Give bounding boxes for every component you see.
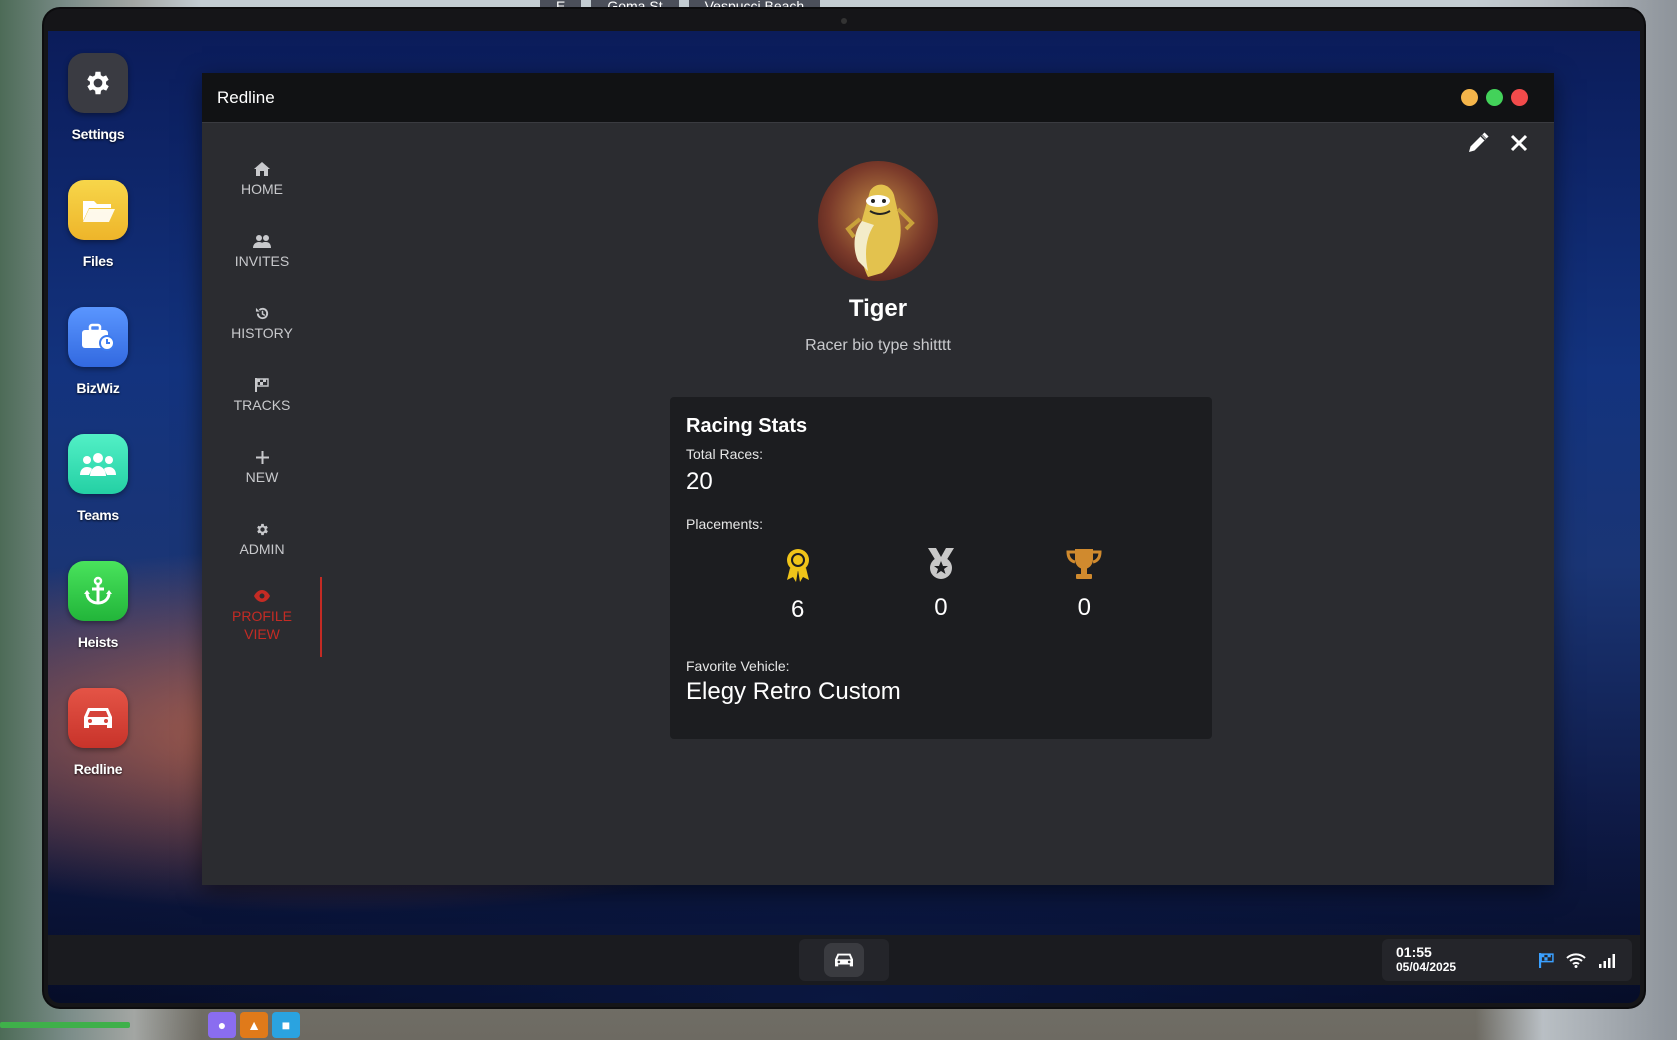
- desktop-app-files[interactable]: Files: [68, 180, 128, 269]
- placements-label: Placements:: [686, 516, 764, 532]
- hud-icons: ● ▲ ■: [208, 1012, 300, 1038]
- racing-stats-card: Racing Stats Total Races: 20 Placements:…: [670, 397, 1212, 739]
- pencil-icon: [1469, 132, 1489, 152]
- taskbar-apps: [799, 939, 889, 981]
- total-races-value: 20: [686, 468, 713, 495]
- camera-dot: [841, 18, 847, 24]
- placement-third: 0: [1054, 548, 1114, 624]
- nav-tracks[interactable]: TRACKS: [202, 359, 322, 431]
- app-label: BizWiz: [76, 380, 120, 396]
- app-body: HOME INVITES HISTORY TRACKS NEW ADMIN PR…: [202, 123, 1554, 885]
- people-icon[interactable]: [68, 434, 128, 494]
- profile-bio: Racer bio type shitttt: [805, 337, 951, 354]
- gear-icon[interactable]: [68, 53, 128, 113]
- desktop-app-redline[interactable]: Redline: [68, 688, 128, 777]
- flag-icon: [255, 376, 269, 394]
- nav-label: PROFILE: [232, 608, 292, 624]
- nav-label: VIEW: [244, 626, 280, 642]
- nav-new[interactable]: NEW: [202, 431, 322, 503]
- minimize-button[interactable]: [1461, 89, 1478, 106]
- profile-name: Tiger: [848, 295, 908, 322]
- desktop-app-settings[interactable]: Settings: [68, 53, 128, 142]
- plus-icon: [255, 448, 269, 466]
- app-label: Teams: [77, 507, 119, 523]
- stats-title: Racing Stats: [686, 415, 808, 437]
- desktop-app-heists[interactable]: Heists: [68, 561, 128, 650]
- edit-profile-button[interactable]: [1466, 131, 1490, 160]
- nav-label: ADMIN: [239, 541, 285, 557]
- window-titlebar[interactable]: Redline: [202, 73, 1554, 123]
- nav-profile-view[interactable]: PROFILE VIEW: [202, 575, 322, 657]
- profile-actions: [1466, 131, 1528, 160]
- gold-award-icon: [786, 549, 809, 582]
- nav-label: NEW: [245, 469, 279, 485]
- placements-row: 6 0 0: [686, 548, 1196, 624]
- briefcase-icon[interactable]: [68, 307, 128, 367]
- nav-label: TRACKS: [233, 397, 291, 413]
- app-label: Settings: [71, 126, 125, 142]
- eye-icon: [254, 587, 270, 605]
- folder-icon[interactable]: [68, 180, 128, 240]
- silver-medal-icon: [927, 548, 954, 579]
- desktop-app-teams[interactable]: Teams: [68, 434, 128, 523]
- car-icon[interactable]: [68, 688, 128, 748]
- placement-first: 6: [768, 548, 828, 624]
- redline-window: Redline HOME INVITES HISTORY TRACKS NEW …: [202, 73, 1554, 885]
- signal-icon[interactable]: [1598, 953, 1618, 968]
- food-icon: ▲: [240, 1012, 268, 1038]
- water-icon: ■: [272, 1012, 300, 1038]
- taskbar: 01:55 05/04/2025: [48, 935, 1640, 985]
- favorite-vehicle-label: Favorite Vehicle:: [686, 658, 790, 674]
- profile-header: Tiger Racer bio type shitttt: [202, 161, 1554, 355]
- wifi-icon[interactable]: [1566, 952, 1586, 968]
- placement-value: 6: [790, 596, 805, 623]
- race-flag-icon[interactable]: [1539, 952, 1554, 968]
- mic-icon: ●: [208, 1012, 236, 1038]
- clock-date: 05/04/2025: [1396, 960, 1457, 974]
- gear-icon: [255, 520, 270, 538]
- close-icon: [1510, 134, 1528, 152]
- bronze-trophy-icon: [1066, 549, 1102, 579]
- window-title: Redline: [217, 87, 275, 107]
- window-controls: [1461, 89, 1528, 106]
- car-icon: [835, 953, 853, 967]
- close-profile-button[interactable]: [1510, 134, 1528, 157]
- tray-icons: [1539, 952, 1618, 968]
- laptop-frame: Settings Files BizWiz Teams Heists Redli…: [44, 9, 1644, 1007]
- favorite-vehicle-value: Elegy Retro Custom: [686, 678, 901, 705]
- avatar: [818, 161, 938, 281]
- desktop-icons: Settings Files BizWiz Teams Heists Redli…: [68, 53, 128, 777]
- app-label: Redline: [73, 761, 123, 777]
- clock[interactable]: 01:55 05/04/2025: [1396, 945, 1456, 975]
- placement-value: 0: [934, 594, 948, 621]
- app-label: Files: [82, 253, 114, 269]
- system-tray: 01:55 05/04/2025: [1382, 939, 1632, 981]
- health-bar: [0, 1022, 130, 1028]
- placement-value: 0: [1077, 594, 1091, 621]
- close-window-button[interactable]: [1511, 89, 1528, 106]
- placement-second: 0: [911, 548, 971, 624]
- anchor-icon[interactable]: [68, 561, 128, 621]
- desktop-screen: Settings Files BizWiz Teams Heists Redli…: [48, 31, 1640, 1003]
- nav-admin[interactable]: ADMIN: [202, 503, 322, 575]
- maximize-button[interactable]: [1486, 89, 1503, 106]
- desktop-app-bizwiz[interactable]: BizWiz: [68, 307, 128, 396]
- app-label: Heists: [77, 634, 119, 650]
- taskbar-redline-button[interactable]: [824, 943, 864, 977]
- total-races-label: Total Races:: [686, 446, 764, 462]
- clock-time: 01:55: [1396, 944, 1432, 960]
